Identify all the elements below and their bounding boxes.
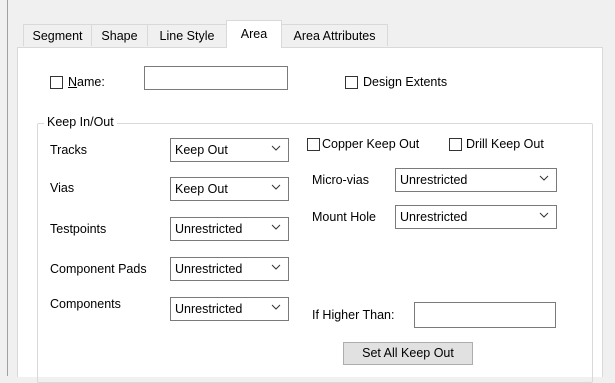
micro-vias-select[interactable]: Unrestricted (395, 168, 557, 192)
testpoints-select[interactable]: Unrestricted (170, 217, 289, 241)
chevron-down-icon (271, 264, 281, 270)
tab-label: Area (240, 27, 268, 41)
drill-keep-out-checkbox[interactable] (449, 138, 462, 151)
chevron-down-icon (271, 184, 281, 190)
component-pads-value: Unrestricted (175, 262, 243, 276)
name-input[interactable] (144, 66, 288, 90)
component-pads-label: Component Pads (50, 262, 147, 276)
copper-keep-out-label: Copper Keep Out (322, 137, 420, 151)
chevron-down-icon (271, 304, 281, 310)
design-extents-checkbox[interactable] (345, 76, 358, 89)
if-higher-than-input[interactable] (414, 302, 556, 328)
components-value: Unrestricted (175, 302, 243, 316)
tab-area[interactable]: Area (226, 20, 282, 48)
name-label: Name: (68, 75, 105, 89)
tab-shape[interactable]: Shape (91, 24, 148, 46)
if-higher-than-label: If Higher Than: (312, 308, 395, 322)
vias-label: Vias (50, 181, 75, 195)
component-pads-select[interactable]: Unrestricted (170, 257, 289, 281)
micro-vias-value: Unrestricted (400, 173, 468, 187)
tab-line-style[interactable]: Line Style (147, 24, 227, 46)
chevron-down-icon (271, 224, 281, 230)
testpoints-value: Unrestricted (175, 222, 243, 236)
micro-vias-label: Micro-vias (312, 173, 369, 187)
tab-label: Area Attributes (293, 29, 376, 43)
set-all-keep-out-button[interactable]: Set All Keep Out (343, 342, 473, 365)
window-edge (7, 0, 8, 376)
components-label: Components (50, 297, 121, 311)
tab-segment[interactable]: Segment (23, 24, 92, 46)
chevron-down-icon (539, 212, 549, 218)
tracks-select[interactable]: Keep Out (170, 138, 289, 162)
chevron-down-icon (271, 145, 281, 151)
mount-hole-select[interactable]: Unrestricted (395, 205, 557, 229)
vias-value: Keep Out (175, 182, 228, 196)
mount-hole-value: Unrestricted (400, 210, 468, 224)
components-select[interactable]: Unrestricted (170, 297, 289, 321)
tracks-label: Tracks (50, 143, 88, 157)
keep-in-out-title: Keep In/Out (44, 115, 117, 129)
tab-label: Segment (32, 29, 83, 43)
name-checkbox[interactable] (50, 76, 63, 89)
tracks-value: Keep Out (175, 143, 228, 157)
tab-label: Shape (101, 29, 138, 43)
copper-keep-out-checkbox[interactable] (307, 138, 320, 151)
vias-select[interactable]: Keep Out (170, 177, 289, 201)
testpoints-label: Testpoints (50, 222, 107, 236)
design-extents-label: Design Extents (363, 75, 448, 89)
chevron-down-icon (539, 175, 549, 181)
tab-area-attributes[interactable]: Area Attributes (281, 24, 388, 46)
drill-keep-out-label: Drill Keep Out (466, 137, 544, 151)
tab-label: Line Style (159, 29, 215, 43)
mount-hole-label: Mount Hole (312, 210, 376, 224)
keep-in-out-group (37, 123, 593, 383)
